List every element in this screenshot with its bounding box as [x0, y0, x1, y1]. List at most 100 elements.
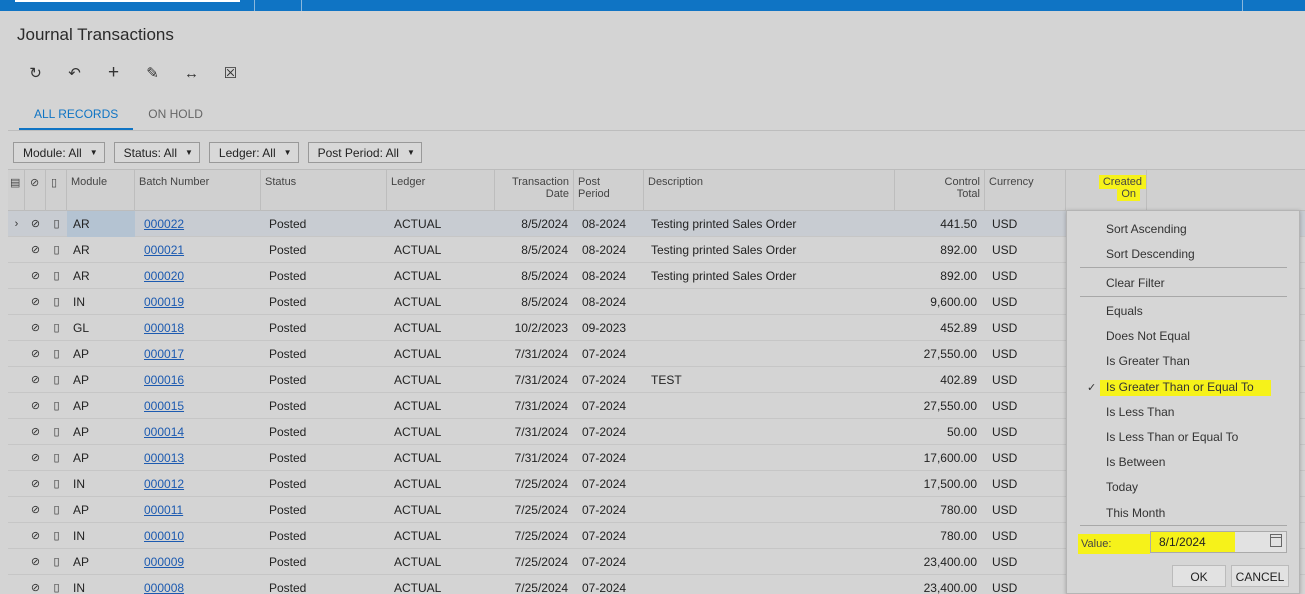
- batch-number-link[interactable]: 000010: [138, 523, 261, 549]
- row-selector[interactable]: [8, 289, 25, 315]
- paperclip-icon[interactable]: ⊘: [25, 419, 46, 445]
- row-selector[interactable]: [8, 523, 25, 549]
- module-column-header[interactable]: Module: [67, 170, 135, 211]
- refresh-button[interactable]: ↻: [16, 62, 55, 84]
- batch-number-link[interactable]: 000011: [138, 497, 261, 523]
- created-on-column-header[interactable]: Created On: [1066, 170, 1147, 211]
- batch-number-link[interactable]: 000021: [138, 237, 261, 263]
- paperclip-icon[interactable]: ⊘: [25, 367, 46, 393]
- row-selector[interactable]: [8, 445, 25, 471]
- filter-condition-option[interactable]: This Month: [1106, 506, 1165, 520]
- filter-condition-option[interactable]: Is Less Than: [1106, 405, 1174, 419]
- batch-number-link[interactable]: 000022: [138, 211, 261, 237]
- document-icon[interactable]: ▯: [46, 497, 67, 523]
- batch-number-link[interactable]: 000014: [138, 419, 261, 445]
- document-icon[interactable]: ▯: [46, 419, 67, 445]
- document-icon[interactable]: ▯: [46, 341, 67, 367]
- currency-column-header[interactable]: Currency: [985, 170, 1066, 211]
- batch-number-link[interactable]: 000020: [138, 263, 261, 289]
- row-selector[interactable]: [8, 367, 25, 393]
- batch-number-link[interactable]: 000008: [138, 575, 261, 594]
- document-icon[interactable]: ▯: [46, 575, 67, 594]
- paperclip-icon[interactable]: ⊘: [25, 237, 46, 263]
- batch-number-column-header[interactable]: Batch Number: [135, 170, 261, 211]
- sort-ascending-option[interactable]: Sort Ascending: [1106, 222, 1187, 236]
- row-selector[interactable]: [8, 263, 25, 289]
- row-selector[interactable]: [8, 237, 25, 263]
- filter-condition-option[interactable]: Equals: [1106, 304, 1143, 318]
- post-period-column-header[interactable]: Post Period: [574, 170, 644, 211]
- row-selector[interactable]: [8, 575, 25, 594]
- add-button[interactable]: +: [94, 62, 133, 84]
- batch-number-link[interactable]: 000015: [138, 393, 261, 419]
- document-icon[interactable]: ▯: [46, 289, 67, 315]
- paperclip-icon[interactable]: ⊘: [25, 497, 46, 523]
- calendar-icon[interactable]: [1270, 534, 1282, 547]
- batch-number-link[interactable]: 000012: [138, 471, 261, 497]
- document-icon[interactable]: ▯: [46, 263, 67, 289]
- post-period-filter[interactable]: Post Period: All ▼: [307, 142, 422, 163]
- cancel-button[interactable]: CANCEL: [1231, 565, 1289, 587]
- tab-all-records[interactable]: ALL RECORDS: [19, 104, 134, 130]
- tab-on-hold[interactable]: ON HOLD: [133, 104, 218, 130]
- transaction-date-column-header[interactable]: Transaction Date: [495, 170, 574, 211]
- export-excel-button[interactable]: ☒: [211, 62, 250, 84]
- row-selector[interactable]: [8, 497, 25, 523]
- undo-button[interactable]: ↶: [55, 62, 94, 84]
- document-icon[interactable]: ▯: [46, 315, 67, 341]
- description-column-header[interactable]: Description: [644, 170, 895, 211]
- batch-number-link[interactable]: 000013: [138, 445, 261, 471]
- paperclip-icon[interactable]: ⊘: [25, 471, 46, 497]
- status-filter[interactable]: Status: All ▼: [113, 142, 200, 163]
- row-selector[interactable]: [8, 471, 25, 497]
- batch-number-link[interactable]: 000018: [138, 315, 261, 341]
- paperclip-icon[interactable]: ⊘: [25, 263, 46, 289]
- control-total-column-header[interactable]: Control Total: [895, 170, 985, 211]
- row-selector[interactable]: [8, 549, 25, 575]
- row-pointer-icon[interactable]: ›: [8, 211, 25, 237]
- ok-button[interactable]: OK: [1172, 565, 1226, 587]
- paperclip-icon[interactable]: ⊘: [25, 575, 46, 594]
- row-selector[interactable]: [8, 419, 25, 445]
- paperclip-icon[interactable]: ⊘: [25, 393, 46, 419]
- fit-columns-button[interactable]: ↔: [172, 62, 211, 84]
- row-selector[interactable]: [8, 341, 25, 367]
- search-box-edge[interactable]: [15, 0, 240, 2]
- batch-number-link[interactable]: 000009: [138, 549, 261, 575]
- document-icon[interactable]: ▯: [46, 367, 67, 393]
- ledger-filter[interactable]: Ledger: All ▼: [208, 142, 299, 163]
- paperclip-icon[interactable]: ⊘: [25, 523, 46, 549]
- filter-condition-option[interactable]: Today: [1106, 480, 1138, 494]
- filter-value-input[interactable]: 8/1/2024: [1150, 531, 1287, 553]
- paperclip-icon[interactable]: ⊘: [25, 211, 46, 237]
- document-icon[interactable]: ▯: [46, 445, 67, 471]
- document-icon[interactable]: ▯: [46, 393, 67, 419]
- paperclip-icon[interactable]: ⊘: [25, 315, 46, 341]
- filter-condition-option[interactable]: Is Less Than or Equal To: [1106, 430, 1238, 444]
- batch-number-link[interactable]: 000016: [138, 367, 261, 393]
- filter-condition-option[interactable]: Is Between: [1106, 455, 1165, 469]
- filter-condition-option[interactable]: Is Greater Than or Equal To: [1100, 379, 1271, 396]
- row-selector[interactable]: [8, 315, 25, 341]
- module-filter[interactable]: Module: All ▼: [13, 142, 105, 163]
- sort-descending-option[interactable]: Sort Descending: [1106, 247, 1195, 261]
- status-column-header[interactable]: Status: [261, 170, 387, 211]
- ledger-column-header[interactable]: Ledger: [387, 170, 495, 211]
- paperclip-icon[interactable]: ⊘: [25, 549, 46, 575]
- paperclip-icon[interactable]: ⊘: [25, 341, 46, 367]
- filter-condition-option[interactable]: Does Not Equal: [1106, 329, 1190, 343]
- document-icon[interactable]: ▯: [46, 237, 67, 263]
- document-icon[interactable]: ▯: [46, 549, 67, 575]
- paperclip-icon[interactable]: ⊘: [25, 445, 46, 471]
- document-icon[interactable]: ▯: [46, 211, 67, 237]
- paperclip-icon[interactable]: ⊘: [25, 289, 46, 315]
- batch-number-link[interactable]: 000019: [138, 289, 261, 315]
- row-selector[interactable]: [8, 393, 25, 419]
- batch-number-link[interactable]: 000017: [138, 341, 261, 367]
- row-selector-header[interactable]: ▤: [8, 170, 25, 211]
- document-icon[interactable]: ▯: [46, 523, 67, 549]
- filter-condition-option[interactable]: Is Greater Than: [1106, 354, 1190, 368]
- document-icon[interactable]: ▯: [46, 471, 67, 497]
- clear-filter-option[interactable]: Clear Filter: [1106, 276, 1165, 290]
- edit-button[interactable]: ✎: [133, 62, 172, 84]
